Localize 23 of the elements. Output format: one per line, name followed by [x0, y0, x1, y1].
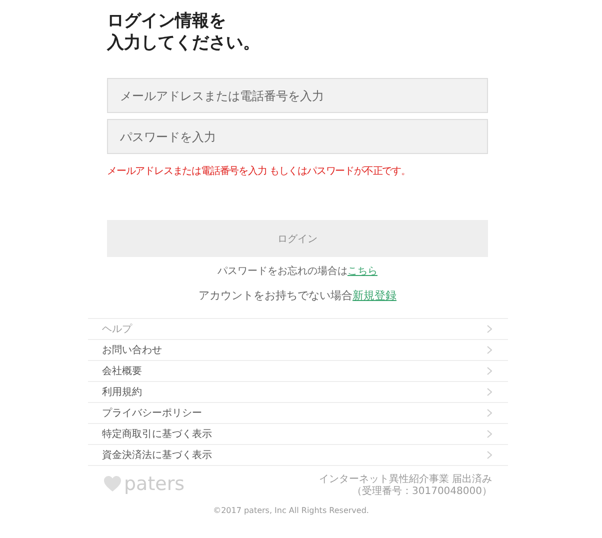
chevron-icon: [487, 388, 492, 396]
chevron-icon: [487, 367, 492, 375]
menu-item[interactable]: 特定商取引に基づく表示: [88, 424, 508, 445]
menu-item[interactable]: 利用規約: [88, 382, 508, 403]
email-field[interactable]: メールアドレスまたは電話番号を入力: [107, 78, 488, 113]
notice-text: インターネット異性紹介事業 届出済み: [318, 474, 492, 486]
chevron-icon: [487, 451, 492, 459]
menu-item[interactable]: プライバシーポリシー: [88, 403, 508, 424]
chevron-icon: [487, 346, 492, 354]
page-heading: ログイン情報を 入力してください。: [107, 10, 261, 54]
error-message: メールアドレスまたは電話番号を入力 もしくはパスワードが不正です。: [107, 164, 410, 178]
copyright: ©2017 paters, Inc All Rights Reserved.: [212, 506, 370, 515]
heart-icon: [104, 476, 121, 492]
chevron-icon: [487, 409, 492, 417]
menu-item[interactable]: 資金決済法に基づく表示: [88, 445, 508, 466]
forgot-text: パスワードをお忘れの場合は: [218, 264, 348, 278]
chevron-icon: [487, 325, 492, 333]
chevron-icon: [487, 430, 492, 438]
menu-item[interactable]: 会社概要: [88, 361, 508, 382]
notice-text: （受理番号：30170048000）: [351, 486, 492, 498]
password-field[interactable]: パスワードを入力: [107, 119, 488, 154]
signup-text: アカウントをお持ちでない場合: [198, 288, 352, 303]
menu-item[interactable]: お問い合わせ: [88, 340, 508, 361]
